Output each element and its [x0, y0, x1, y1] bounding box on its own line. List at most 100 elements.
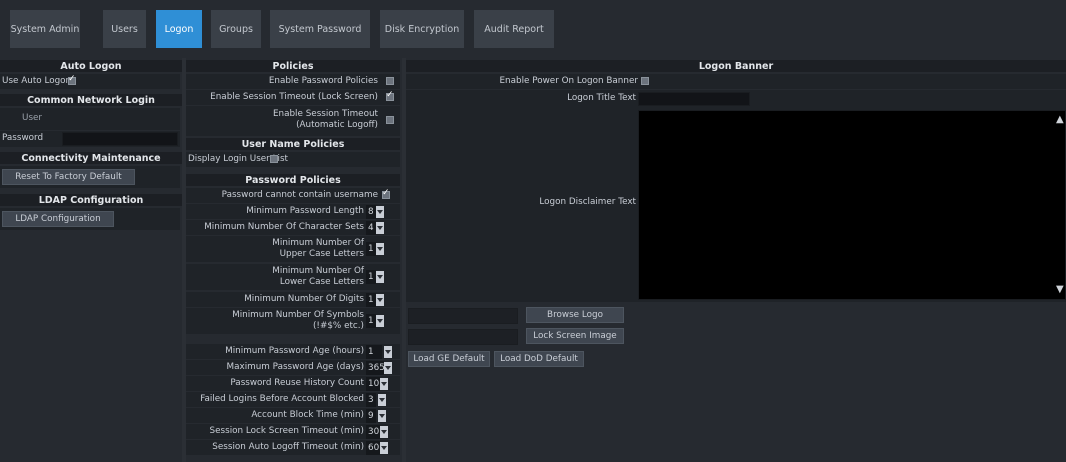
password-policies-header: Password Policies [186, 174, 400, 186]
chevron-down-icon[interactable] [380, 378, 388, 390]
session-lock-timeout-row: Session Lock Screen Timeout (min) 30 [186, 424, 400, 439]
display-login-user-list-checkbox[interactable] [270, 155, 278, 163]
setting-label: Minimum Number Of Symbols (!#$% etc.) [232, 310, 364, 331]
enable-power-on-banner-label: Enable Power On Logon Banner [499, 76, 638, 86]
disclaimer-row: Logon Disclaimer Text ▲ ▼ [406, 108, 1066, 302]
password-field[interactable] [62, 132, 178, 146]
common-network-login-header: Common Network Login [0, 94, 182, 106]
min-lower-case-row: Minimum Number Of Lower Case Letters 1 [186, 264, 400, 290]
setting-label: Minimum Password Length [246, 206, 364, 216]
failed-logins-row: Failed Logins Before Account Blocked 3 [186, 392, 400, 407]
scroll-up-icon[interactable]: ▲ [1056, 114, 1064, 125]
logo-path-field[interactable] [408, 308, 518, 324]
logon-banner-header: Logon Banner [406, 60, 1066, 72]
enable-session-timeout-lock-checkbox[interactable] [386, 90, 394, 101]
min-upper-case-row: Minimum Number Of Upper Case Letters 1 [186, 236, 400, 262]
enable-power-on-banner-checkbox[interactable] [641, 77, 649, 85]
chevron-down-icon[interactable] [378, 394, 386, 406]
load-ge-default-button[interactable]: Load GE Default [408, 351, 490, 367]
tab-groups[interactable]: Groups [211, 10, 261, 48]
setting-value[interactable]: 1 [366, 345, 382, 359]
setting-value[interactable]: 1 [366, 314, 376, 328]
setting-value[interactable]: 365 [366, 361, 385, 375]
logon-title-row: Logon Title Text [406, 90, 1066, 108]
tab-audit-report[interactable]: Audit Report [474, 10, 554, 48]
chevron-down-icon[interactable] [376, 222, 384, 234]
tab-users[interactable]: Users [103, 10, 146, 48]
setting-value[interactable]: 3 [366, 393, 376, 407]
setting-value[interactable]: 1 [366, 242, 376, 256]
setting-label: Minimum Number Of Character Sets [204, 222, 364, 232]
chevron-down-icon[interactable] [376, 206, 384, 218]
password-row: Password [0, 131, 180, 147]
min-symbols-row: Minimum Number Of Symbols (!#$% etc.) 1 [186, 308, 400, 334]
chevron-down-icon[interactable] [376, 271, 384, 283]
use-auto-logon-row: Use Auto Logon [0, 74, 180, 89]
chevron-down-icon[interactable] [376, 243, 384, 255]
policies-header: Policies [186, 60, 400, 72]
setting-value[interactable]: 1 [366, 270, 376, 284]
chevron-down-icon[interactable] [380, 442, 388, 454]
min-password-age-row: Minimum Password Age (hours) 1 [186, 344, 400, 359]
logon-banner-panel: Logon Banner Enable Power On Logon Banne… [406, 58, 1066, 462]
ldap-configuration-button[interactable]: LDAP Configuration [2, 211, 114, 227]
setting-label: Minimum Number Of Upper Case Letters [272, 238, 364, 259]
chevron-down-icon[interactable] [380, 426, 388, 438]
password-reuse-history-row: Password Reuse History Count 10 [186, 376, 400, 391]
lock-screen-image-button[interactable]: Lock Screen Image [526, 328, 624, 344]
enable-session-timeout-lock-row: Enable Session Timeout (Lock Screen) [186, 90, 400, 105]
setting-value[interactable]: 10 [366, 377, 380, 391]
setting-value[interactable]: 30 [366, 425, 380, 439]
left-panel: Auto Logon Use Auto Logon Common Network… [0, 58, 182, 462]
setting-value[interactable]: 1 [366, 293, 376, 307]
tab-disk-encryption[interactable]: Disk Encryption [380, 10, 464, 48]
tab-bar: System Admin Users Logon Groups System P… [0, 0, 1066, 58]
setting-value[interactable]: 60 [366, 441, 380, 455]
disclaimer-label: Logon Disclaimer Text [539, 197, 636, 207]
account-block-time-row: Account Block Time (min) 9 [186, 408, 400, 423]
tab-system-admin[interactable]: System Admin [10, 10, 80, 48]
enable-session-timeout-logoff-checkbox[interactable] [386, 116, 394, 124]
load-dod-default-button[interactable]: Load DoD Default [494, 351, 584, 367]
scroll-down-icon[interactable]: ▼ [1056, 284, 1064, 295]
setting-label: Minimum Number Of Digits [244, 294, 364, 304]
min-digits-row: Minimum Number Of Digits 1 [186, 292, 400, 307]
use-auto-logon-checkbox[interactable] [68, 74, 76, 85]
chevron-down-icon[interactable] [378, 410, 386, 422]
password-cannot-contain-username-row: Password cannot contain username [186, 188, 400, 203]
min-character-sets-row: Minimum Number Of Character Sets 4 [186, 220, 400, 235]
browse-logo-button[interactable]: Browse Logo [526, 307, 624, 323]
chevron-down-icon[interactable] [384, 346, 392, 358]
max-password-age-row: Maximum Password Age (days) 365 [186, 360, 400, 375]
password-cannot-contain-username-checkbox[interactable] [382, 188, 390, 199]
setting-value[interactable]: 9 [366, 409, 376, 423]
lock-screen-image-field[interactable] [408, 329, 518, 345]
use-auto-logon-label: Use Auto Logon [2, 76, 72, 86]
tab-system-password[interactable]: System Password [270, 10, 370, 48]
password-label: Password [2, 133, 44, 143]
setting-value[interactable]: 4 [366, 221, 376, 235]
enable-session-timeout-logoff-row: Enable Session Timeout (Automatic Logoff… [186, 106, 400, 136]
enable-session-timeout-logoff-label: Enable Session Timeout (Automatic Logoff… [272, 109, 378, 130]
chevron-down-icon[interactable] [384, 362, 392, 374]
chevron-down-icon[interactable] [376, 315, 384, 327]
disclaimer-textarea[interactable] [638, 110, 1066, 300]
enable-password-policies-checkbox[interactable] [386, 77, 394, 85]
setting-label: Minimum Number Of Lower Case Letters [272, 266, 364, 287]
chevron-down-icon[interactable] [376, 294, 384, 306]
display-login-user-list-row: Display Login User List [186, 152, 400, 167]
setting-label: Password Reuse History Count [230, 378, 364, 388]
ldap-configuration-header: LDAP Configuration [0, 194, 182, 206]
auto-logon-header: Auto Logon [0, 60, 182, 72]
reset-to-factory-default-button[interactable]: Reset To Factory Default [2, 169, 135, 185]
tab-logon[interactable]: Logon [156, 10, 202, 48]
enable-power-on-banner-row: Enable Power On Logon Banner [406, 74, 1066, 89]
min-password-length-row: Minimum Password Length 8 [186, 204, 400, 219]
reset-row: Reset To Factory Default [0, 166, 180, 188]
setting-value[interactable]: 8 [366, 205, 376, 219]
enable-session-timeout-lock-label: Enable Session Timeout (Lock Screen) [210, 92, 378, 102]
logon-title-field[interactable] [638, 92, 750, 106]
setting-label: Failed Logins Before Account Blocked [200, 394, 364, 404]
setting-label: Session Lock Screen Timeout (min) [209, 426, 364, 436]
enable-password-policies-label: Enable Password Policies [268, 76, 378, 86]
